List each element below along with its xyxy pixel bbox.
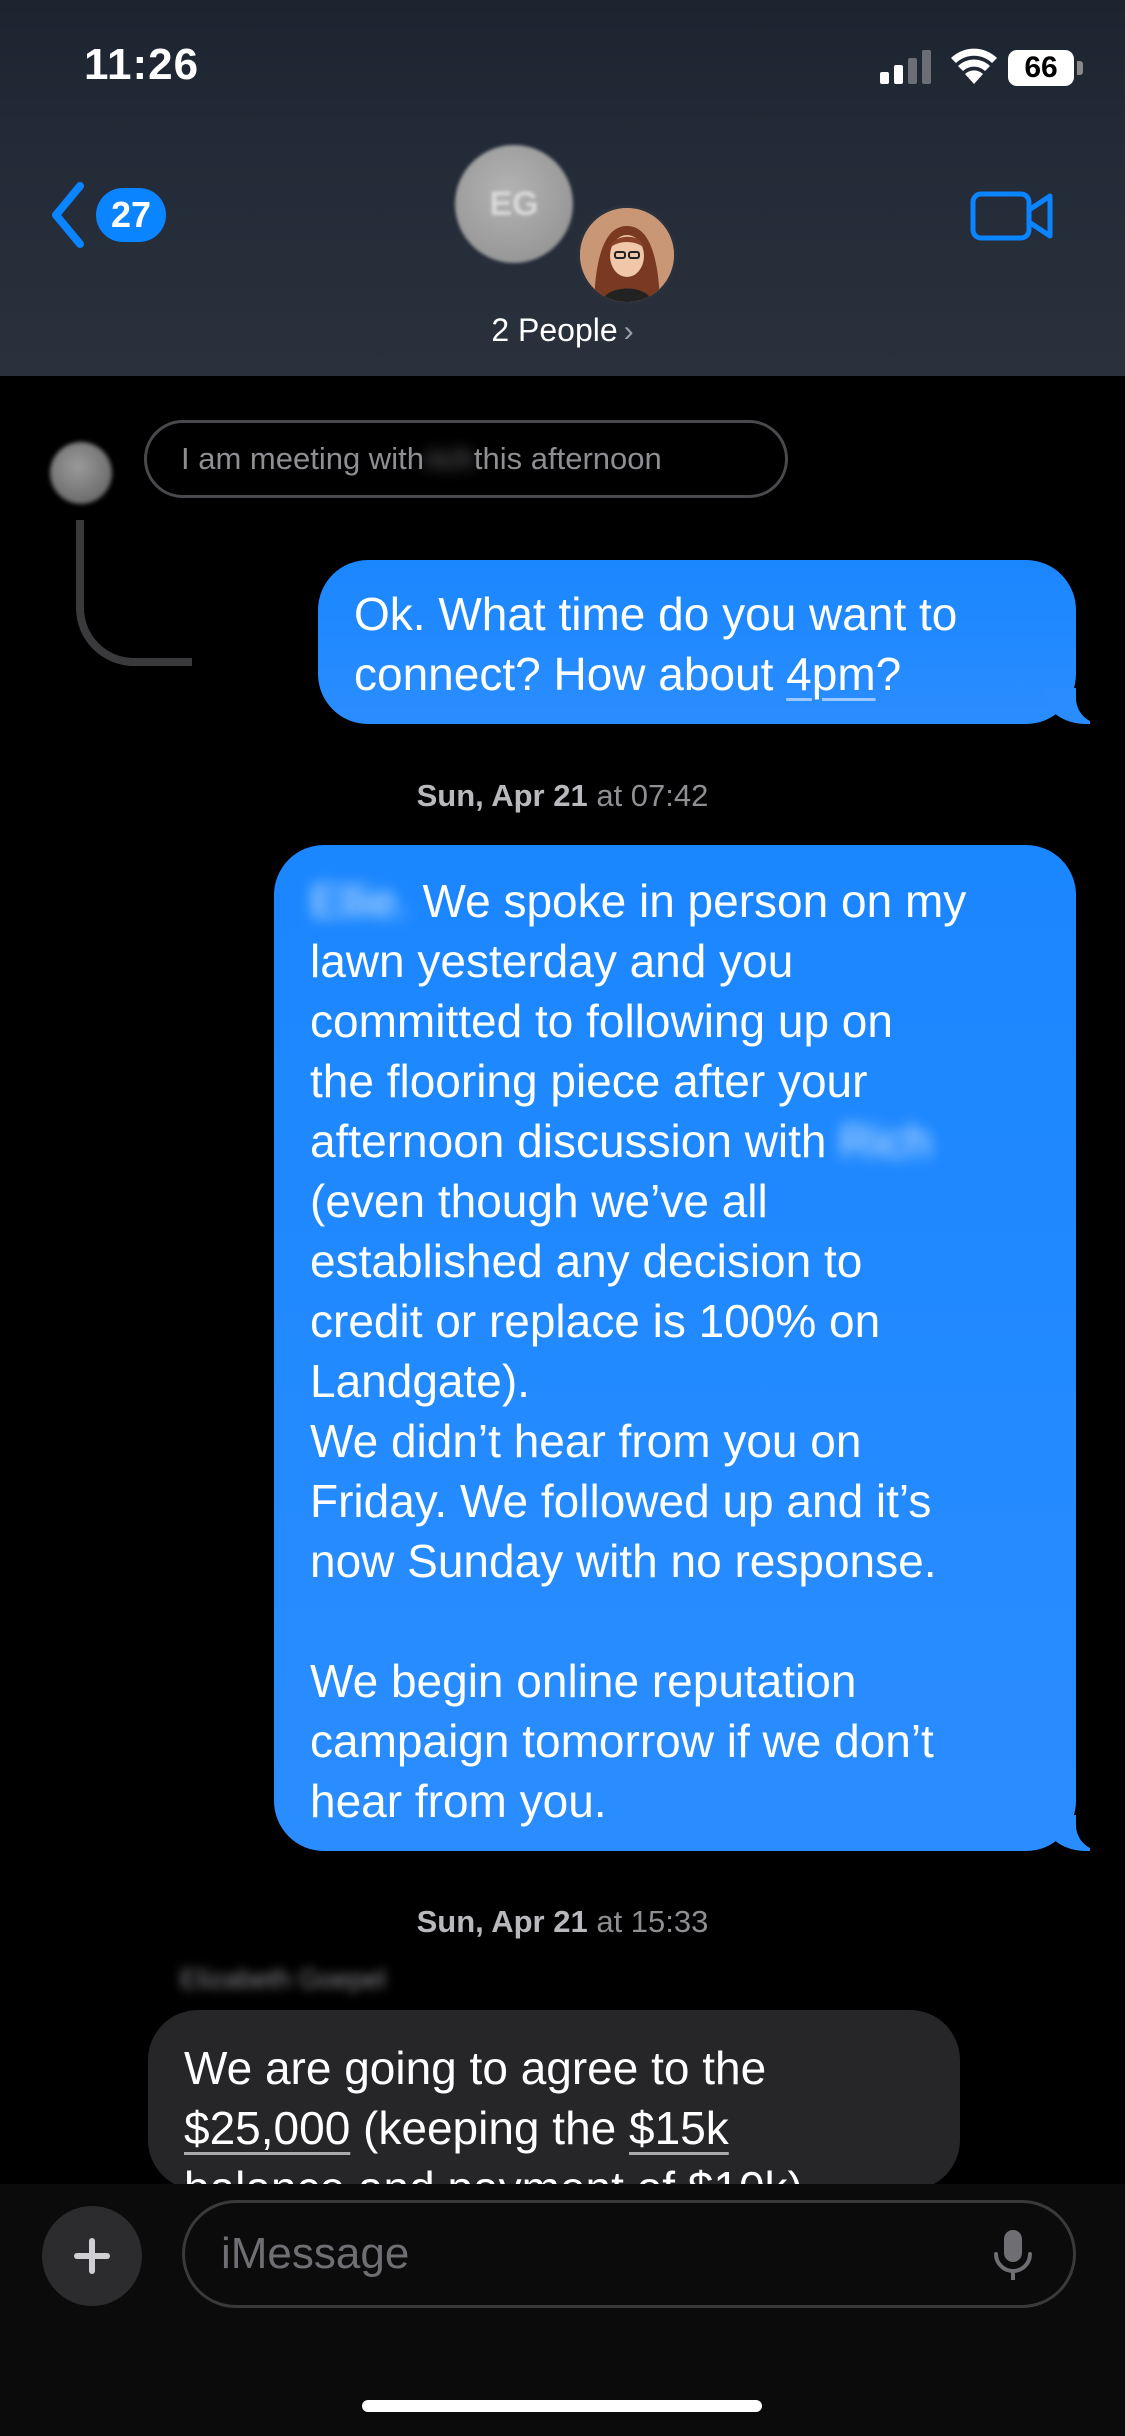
outgoing-message-bubble[interactable]: Ellie. We spoke in person on my lawn yes… [274, 845, 1108, 1851]
reply-blurred-name: rich [423, 441, 474, 476]
battery-indicator: 66 [1008, 50, 1074, 86]
chevron-left-icon [52, 182, 84, 248]
timestamp: Sun, Apr 21 at 15:33 [416, 1904, 709, 1939]
plus-icon [74, 2238, 110, 2274]
add-attachment-button[interactable] [42, 2206, 142, 2306]
message-line: We begin online reputation [310, 1655, 857, 1707]
status-time: 11:26 [84, 40, 200, 89]
message-line: connect? How about 4pm? [354, 648, 902, 700]
message-line: lawn yesterday and you [310, 935, 794, 987]
chevron-right-icon: › [623, 315, 634, 348]
message-line: (even though we’ve all [310, 1175, 768, 1227]
blurred-name: Ellie. [310, 875, 410, 927]
reply-text-before: I am meeting with [181, 441, 424, 476]
outgoing-message-bubble[interactable]: Ok. What time do you want to connect? Ho… [318, 560, 1108, 724]
message-line: Ok. What time do you want to [354, 588, 958, 640]
message-line: afternoon discussion with Rich [310, 1115, 932, 1167]
reply-text-after: this afternoon [473, 441, 662, 476]
message-line: now Sunday with no response. [310, 1535, 937, 1587]
message-line: We didn’t hear from you on [310, 1415, 862, 1467]
unread-count-badge: 27 [96, 188, 166, 242]
wifi-icon [951, 48, 997, 84]
message-line: Ellie. We spoke in person on my [310, 875, 967, 927]
avatar-photo [577, 205, 677, 305]
reply-avatar [50, 442, 112, 504]
home-indicator [362, 2400, 762, 2412]
incoming-message-bubble[interactable]: We are going to agree to the $25,000 (ke… [148, 2010, 960, 2190]
back-button[interactable]: 27 [50, 182, 166, 248]
battery-tip [1077, 61, 1083, 75]
message-line: credit or replace is 100% on [310, 1295, 881, 1347]
amount-link[interactable]: $15k [629, 2102, 729, 2154]
group-avatars[interactable]: EG [455, 145, 677, 305]
sender-name: Elizabeth Goepel [180, 1964, 386, 1994]
video-call-icon[interactable] [970, 188, 1054, 244]
message-line: hear from you. [310, 1775, 607, 1827]
message-line: the flooring piece after your [310, 1055, 868, 1107]
message-line: Landgate). [310, 1355, 530, 1407]
amount-link[interactable]: $25,000 [184, 2102, 350, 2154]
message-input-placeholder: iMessage [221, 2229, 410, 2278]
timestamp: Sun, Apr 21 at 07:42 [416, 778, 709, 813]
message-input[interactable]: iMessage [182, 2200, 1076, 2308]
message-line: campaign tomorrow if we don’t [310, 1715, 934, 1767]
people-count-label: 2 People [491, 312, 618, 348]
avatar-initials: EG [455, 145, 573, 263]
message-line: $25,000 (keeping the $15k [184, 2102, 729, 2154]
cellular-signal-icon [880, 50, 931, 84]
blurred-name: Rich [839, 1115, 932, 1167]
microphone-icon[interactable] [990, 2228, 1036, 2284]
conversation-title[interactable]: 2 People › [0, 312, 1125, 349]
reply-preview-bubble[interactable]: I am meeting with rich this afternoon [144, 420, 788, 498]
time-link[interactable]: 4pm [786, 648, 875, 700]
message-line: Friday. We followed up and it’s [310, 1475, 932, 1527]
message-line: We are going to agree to the [184, 2042, 767, 2094]
reply-thread-line [76, 520, 192, 666]
message-line: established any decision to [310, 1235, 863, 1287]
message-line: committed to following up on [310, 995, 893, 1047]
